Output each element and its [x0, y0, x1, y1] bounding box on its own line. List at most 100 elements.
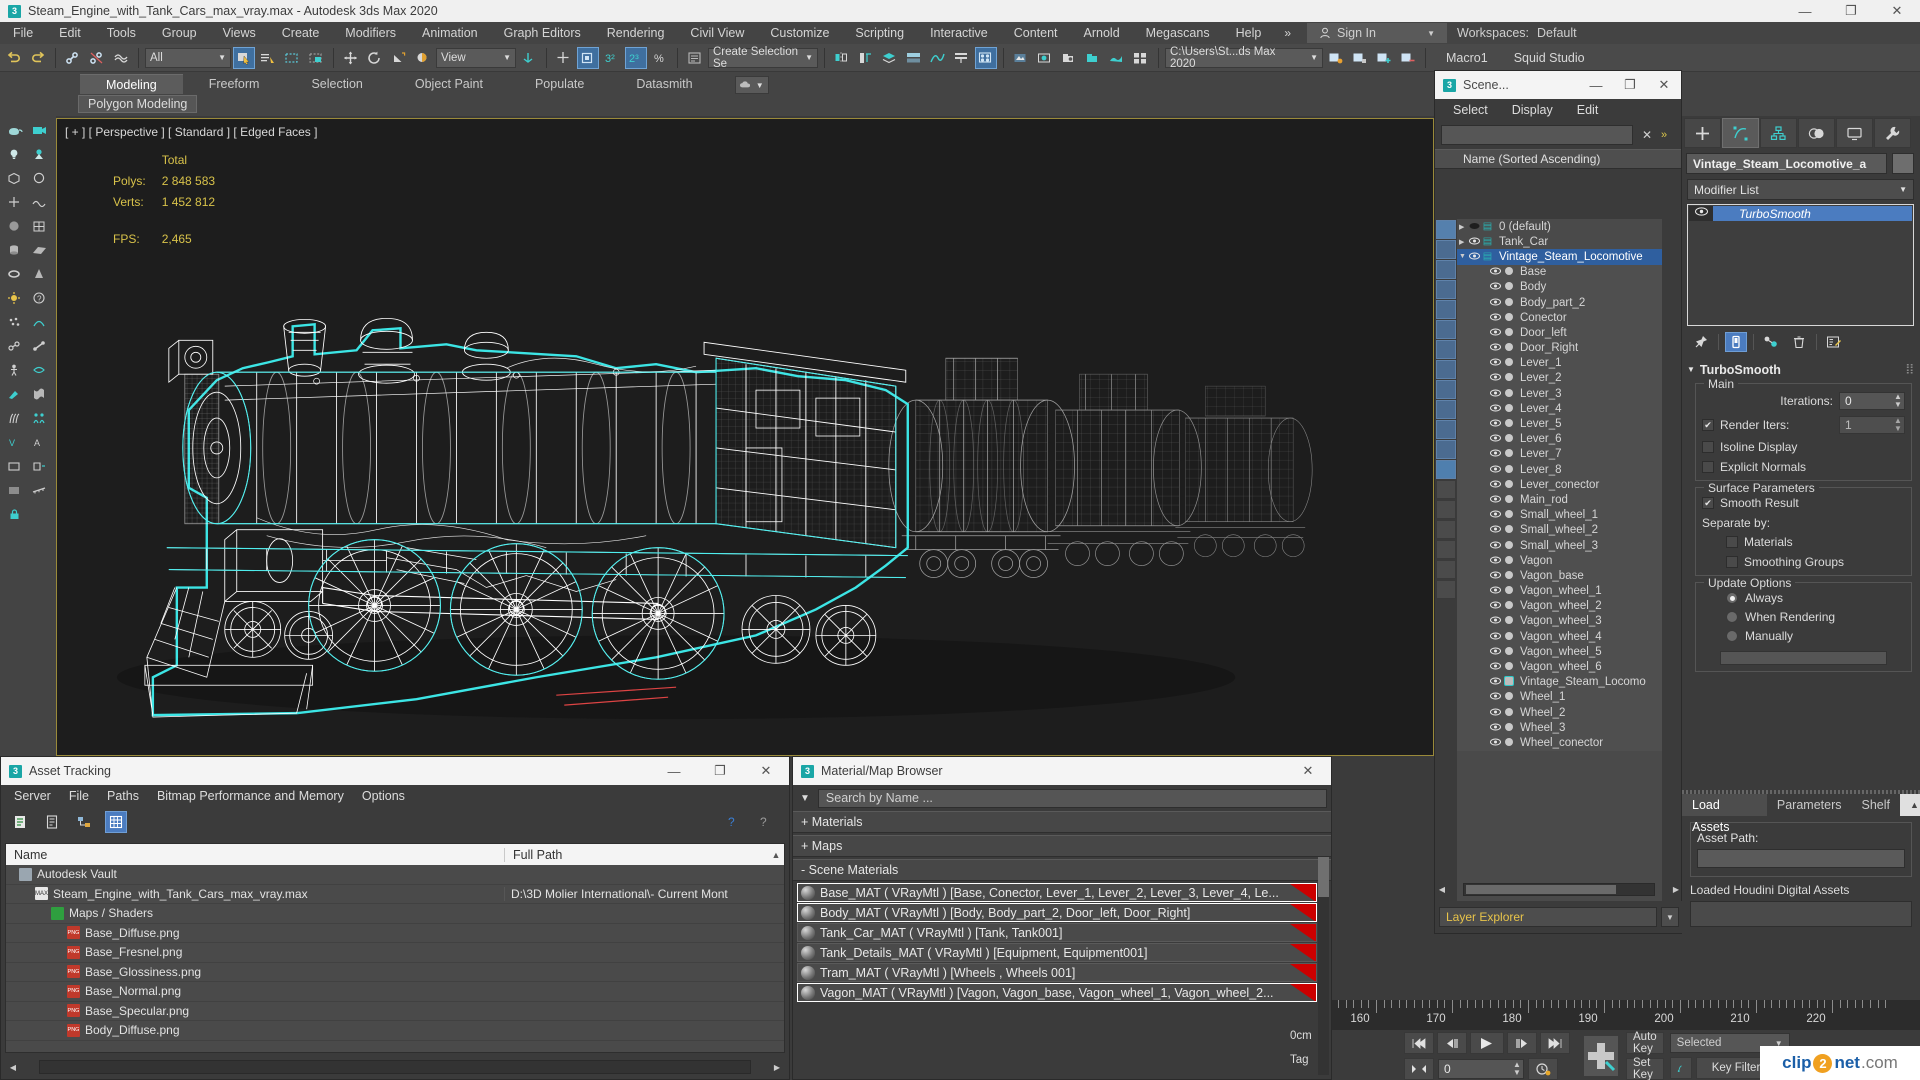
visibility-toggle-icon[interactable]: [1489, 571, 1502, 581]
visibility-toggle-icon[interactable]: [1489, 389, 1502, 399]
update-manually-row[interactable]: Manually: [1702, 629, 1905, 643]
undo-icon[interactable]: [3, 47, 25, 69]
scene-explorer-row[interactable]: Lever_7: [1457, 446, 1662, 462]
update-always-row[interactable]: Always: [1702, 591, 1905, 605]
expand-collapse-icon[interactable]: ▶: [1459, 238, 1468, 246]
separate-smoothing-groups-checkbox[interactable]: [1726, 556, 1738, 568]
asset-tracking-window[interactable]: 3 Asset Tracking — ❐ ✕ Server File Paths…: [0, 756, 790, 1080]
angle-snap-icon[interactable]: [577, 46, 599, 69]
visibility-toggle-icon[interactable]: [1489, 510, 1502, 520]
open-state-icon[interactable]: [1349, 47, 1371, 69]
loaded-assets-list[interactable]: [1690, 901, 1912, 927]
isoline-display-row[interactable]: Isoline Display: [1702, 440, 1905, 454]
spinner-arrows-icon[interactable]: ▲ ▼: [1892, 393, 1904, 409]
scene-explorer-row[interactable]: Lever_5: [1457, 416, 1662, 432]
render-setup-icon[interactable]: [1010, 47, 1032, 69]
filter-groups-icon[interactable]: [1436, 360, 1456, 379]
separate-materials-checkbox[interactable]: [1726, 536, 1738, 548]
visibility-toggle-icon[interactable]: [1489, 525, 1502, 535]
menu-create[interactable]: Create: [269, 22, 333, 44]
vray-icon[interactable]: V: [2, 430, 27, 454]
cloth-icon[interactable]: [27, 382, 52, 406]
scene-materials-list[interactable]: Base_MAT ( VRayMtl ) [Base, Conector, Le…: [797, 883, 1317, 1002]
vscroll-thumb[interactable]: [1318, 857, 1329, 897]
percent-icon[interactable]: %: [649, 47, 671, 69]
project-folder-dropdown[interactable]: C:\Users\St...ds Max 2020 ▼: [1165, 46, 1323, 70]
menu-animation[interactable]: Animation: [409, 22, 491, 44]
scene-menu-edit[interactable]: Edit: [1565, 103, 1611, 117]
percent-snap-icon[interactable]: 3²: [601, 47, 623, 69]
visibility-toggle-icon[interactable]: [1489, 343, 1502, 353]
visibility-toggle-icon[interactable]: [1489, 616, 1502, 626]
menu-content[interactable]: Content: [1001, 22, 1071, 44]
morph-icon[interactable]: [27, 358, 52, 382]
update-manually-radio[interactable]: [1726, 630, 1738, 642]
render-activeshade-icon[interactable]: [1106, 47, 1128, 69]
remove-state-icon[interactable]: [1397, 47, 1419, 69]
menu-civil-view[interactable]: Civil View: [677, 22, 757, 44]
scene-explorer-row[interactable]: Vagon_wheel_3: [1457, 613, 1662, 630]
help-grey-icon[interactable]: ?: [755, 811, 777, 833]
hscroll-thumb[interactable]: [1466, 884, 1616, 894]
update-always-radio[interactable]: [1726, 592, 1738, 604]
pin-stack-icon[interactable]: [1690, 332, 1712, 352]
filter-xrefs-icon[interactable]: [1436, 380, 1456, 399]
material-search-input[interactable]: Search by Name ...: [817, 788, 1327, 808]
measure-icon[interactable]: [27, 478, 52, 502]
list-view-icon[interactable]: [41, 811, 63, 833]
object-name-field[interactable]: Vintage_Steam_Locomotive_a: [1686, 153, 1887, 174]
visibility-toggle-icon[interactable]: [1489, 541, 1502, 551]
visibility-toggle-icon[interactable]: [1489, 282, 1502, 292]
scene-explorer-row[interactable]: Lever_8: [1457, 462, 1662, 478]
scene-explorer-row[interactable]: Wheel_3: [1457, 720, 1662, 736]
filter-cameras-icon[interactable]: [1436, 300, 1456, 319]
menu-graph-editors[interactable]: Graph Editors: [491, 22, 594, 44]
set-key-button[interactable]: Set Key: [1626, 1057, 1664, 1080]
filter-by-layer-icon[interactable]: [1436, 540, 1456, 559]
visibility-toggle-icon[interactable]: [1489, 419, 1502, 429]
locomotive-wireframe-model[interactable]: [57, 119, 1433, 755]
at-menu-file[interactable]: File: [60, 789, 98, 803]
geometry-box-icon[interactable]: [2, 166, 27, 190]
scene-search-input[interactable]: [1441, 125, 1633, 145]
group-maps[interactable]: + Maps: [793, 835, 1331, 857]
window-crossing-icon[interactable]: [305, 47, 327, 69]
visibility-toggle-icon[interactable]: [1489, 738, 1502, 748]
ribbon-tab-datasmith[interactable]: Datasmith: [610, 74, 718, 94]
visibility-toggle-icon[interactable]: [1489, 723, 1502, 733]
browser-options-icon[interactable]: ▼: [797, 793, 813, 804]
perspective-viewport[interactable]: [ + ] [ Perspective ] [ Standard ] [ Edg…: [56, 118, 1434, 756]
filter-helpers-icon[interactable]: [1436, 320, 1456, 339]
explicit-normals-row[interactable]: Explicit Normals: [1702, 460, 1905, 474]
scroll-left-icon[interactable]: ◀: [1435, 885, 1449, 894]
scene-overflow-icon[interactable]: »: [1661, 129, 1675, 141]
table-row[interactable]: Autodesk Vault: [6, 865, 784, 885]
tab-create[interactable]: [1684, 118, 1721, 148]
visibility-toggle-icon[interactable]: [1489, 373, 1502, 383]
at-menu-bitmap-performance[interactable]: Bitmap Performance and Memory: [148, 789, 353, 803]
menu-edit[interactable]: Edit: [46, 22, 94, 44]
scene-explorer-row[interactable]: ▶ ▤ Tank_Car: [1457, 234, 1662, 250]
helper-icon[interactable]: [2, 190, 27, 214]
table-row[interactable]: PNG Base_Fresnel.png: [6, 943, 784, 963]
material-list-item[interactable]: Tank_Car_MAT ( VRayMtl ) [Tank, Tank001]: [797, 923, 1317, 942]
ribbon-tab-object-paint[interactable]: Object Paint: [389, 74, 509, 94]
select-and-rotate-icon[interactable]: [364, 47, 386, 69]
make-unique-icon[interactable]: [1760, 332, 1782, 352]
select-and-place-icon[interactable]: [412, 47, 434, 69]
help-icon[interactable]: ?: [27, 286, 52, 310]
xref-icon[interactable]: [27, 454, 52, 478]
select-object-icon[interactable]: [233, 46, 255, 69]
isoline-display-checkbox[interactable]: [1702, 441, 1714, 453]
open-asset-browser-icon[interactable]: [1130, 47, 1152, 69]
asset-tracking-minimize-button[interactable]: —: [651, 760, 697, 782]
smooth-result-row[interactable]: ✔ Smooth Result: [1702, 496, 1905, 510]
collapse-all-icon[interactable]: [1436, 520, 1456, 539]
grid-icon[interactable]: [27, 214, 52, 238]
light-omni-icon[interactable]: [2, 142, 27, 166]
visibility-toggle-icon[interactable]: [1489, 328, 1502, 338]
shapes-icon[interactable]: [27, 166, 52, 190]
scene-explorer-minimize-button[interactable]: —: [1579, 71, 1613, 99]
ribbon-tab-selection[interactable]: Selection: [285, 74, 388, 94]
iterations-spinner[interactable]: 0 ▲ ▼: [1839, 392, 1905, 410]
